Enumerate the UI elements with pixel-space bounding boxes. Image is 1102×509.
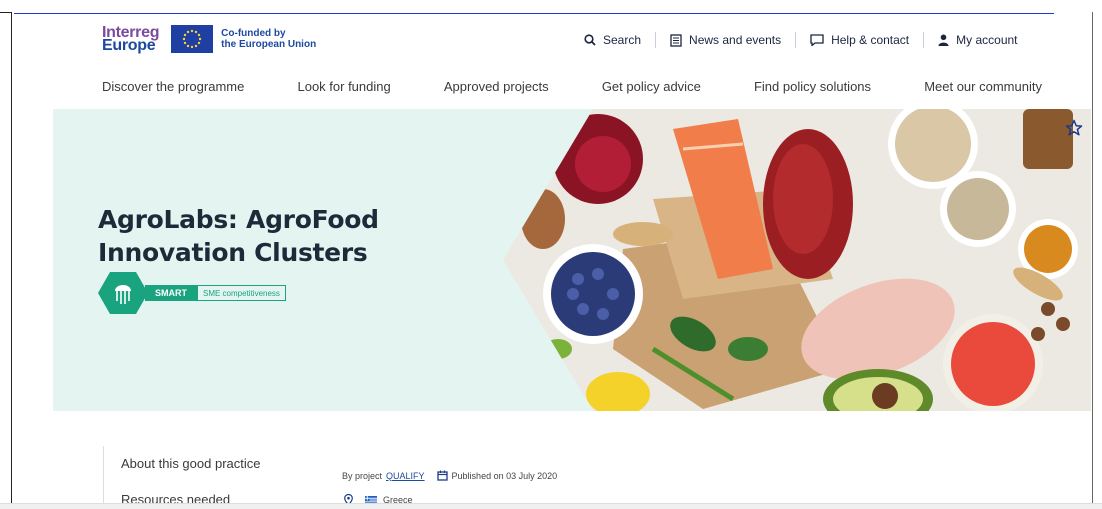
- news-events-link[interactable]: News and events: [656, 31, 795, 49]
- site-logo[interactable]: Interreg Europe Co-funded by the Europea…: [102, 25, 316, 54]
- sme-competitiveness-badge: SME competitiveness: [197, 285, 286, 301]
- help-contact-label: Help & contact: [831, 33, 910, 47]
- utility-nav: Search News and events Help & contact My…: [580, 31, 1032, 49]
- eu-text-line1: Co-funded by: [221, 28, 286, 39]
- user-icon: [938, 34, 949, 46]
- logo-line2: Europe: [102, 37, 156, 54]
- calendar-icon: [436, 470, 448, 481]
- sidebar-item-about[interactable]: About this good practice: [121, 456, 260, 471]
- frame-border-right: [1092, 12, 1093, 509]
- project-link[interactable]: QUALIFY: [386, 471, 425, 481]
- published-date: Published on 03 July 2020: [451, 470, 558, 481]
- search-icon: [584, 34, 596, 46]
- page-title: AgroLabs: AgroFood Innovation Clusters: [98, 203, 379, 269]
- search-label: Search: [603, 33, 642, 47]
- news-events-label: News and events: [689, 33, 782, 47]
- sidebar-divider: [103, 446, 104, 509]
- bottom-edge-bar: [0, 503, 1102, 509]
- frame-border-left: [11, 12, 12, 509]
- eu-cofunded-text: Co-funded by the European Union: [221, 28, 316, 50]
- eu-flag-icon: [171, 25, 214, 53]
- page-title-line2: Innovation Clusters: [98, 238, 368, 267]
- my-account-label: My account: [956, 33, 1018, 47]
- my-account-link[interactable]: My account: [924, 31, 1031, 49]
- search-link[interactable]: Search: [580, 31, 655, 49]
- by-project-prefix: By project: [342, 470, 383, 481]
- interreg-logo: Interreg Europe: [102, 25, 159, 54]
- chat-icon: [810, 34, 824, 46]
- page-title-line1: AgroLabs: AgroFood: [98, 205, 379, 234]
- topic-badge[interactable]: SMART SME competitiveness: [97, 271, 286, 315]
- top-link-strip: [0, 0, 1102, 12]
- newspaper-icon: [670, 33, 682, 47]
- favorite-star-icon[interactable]: [1065, 119, 1083, 137]
- nav-discover-programme[interactable]: Discover the programme: [102, 79, 244, 94]
- smart-badge: SMART: [145, 285, 197, 301]
- eu-text-line2: the European Union: [221, 39, 317, 50]
- nav-policy-solutions[interactable]: Find policy solutions: [754, 79, 871, 94]
- project-meta: By project QUALIFY Published on 03 July …: [342, 470, 557, 481]
- smart-hexagon-icon: [97, 271, 149, 315]
- nav-meet-community[interactable]: Meet our community: [924, 79, 1042, 94]
- help-contact-link[interactable]: Help & contact: [796, 31, 923, 49]
- nav-policy-advice[interactable]: Get policy advice: [602, 79, 701, 94]
- nav-look-for-funding[interactable]: Look for funding: [297, 79, 390, 94]
- top-link-underline: [14, 13, 1054, 14]
- main-nav: Discover the programme Look for funding …: [102, 79, 1042, 94]
- nav-approved-projects[interactable]: Approved projects: [444, 79, 549, 94]
- frame-border-tick: [0, 12, 11, 13]
- hero-banner: AgroLabs: AgroFood Innovation Clusters S…: [53, 109, 1091, 411]
- hero-food-image: [503, 109, 1091, 411]
